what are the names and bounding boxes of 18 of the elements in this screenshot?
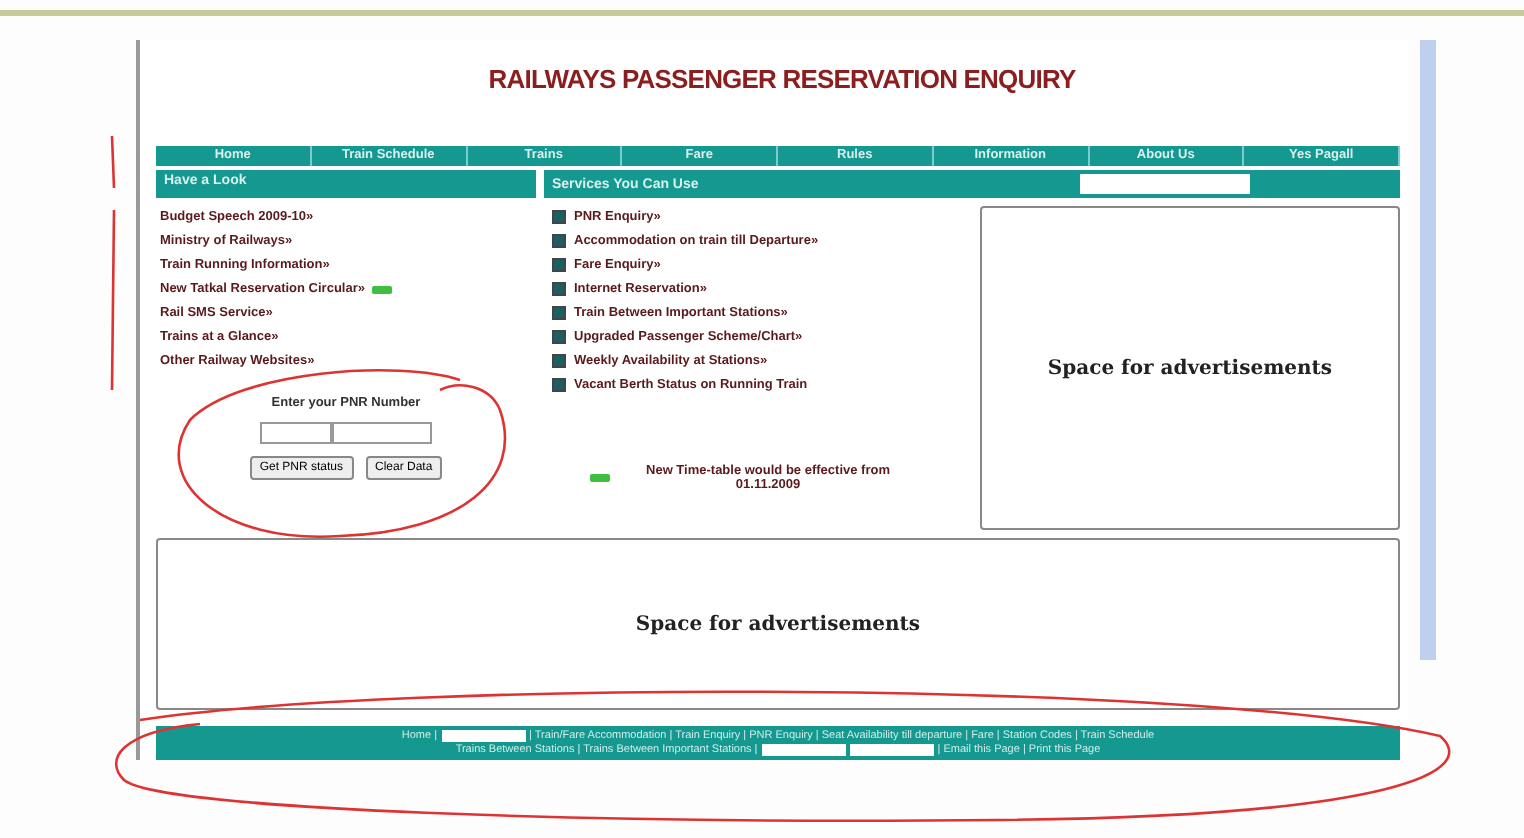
ad-text: Space for advertisements [1047, 357, 1333, 379]
bullet-icon [552, 330, 566, 344]
annotation-line [110, 135, 116, 189]
bullet-icon [552, 354, 566, 368]
page-title: RAILWAYS PASSENGER RESERVATION ENQUIRY [486, 62, 1078, 98]
bullet-icon [552, 306, 566, 320]
ad-text: Space for advertisements [635, 613, 921, 635]
bullet-icon [552, 234, 566, 248]
bullet-icon [552, 378, 566, 392]
pnr-input-field[interactable] [332, 422, 432, 444]
pnr-input-field[interactable] [260, 422, 332, 444]
bullet-icon [552, 282, 566, 296]
scrollbar[interactable] [1420, 40, 1436, 660]
bullet-icon [552, 258, 566, 272]
footer-input-field[interactable] [441, 730, 526, 742]
footer-input-field[interactable] [761, 744, 846, 756]
footer-input-field[interactable] [849, 744, 934, 756]
bullet-icon [552, 210, 566, 224]
